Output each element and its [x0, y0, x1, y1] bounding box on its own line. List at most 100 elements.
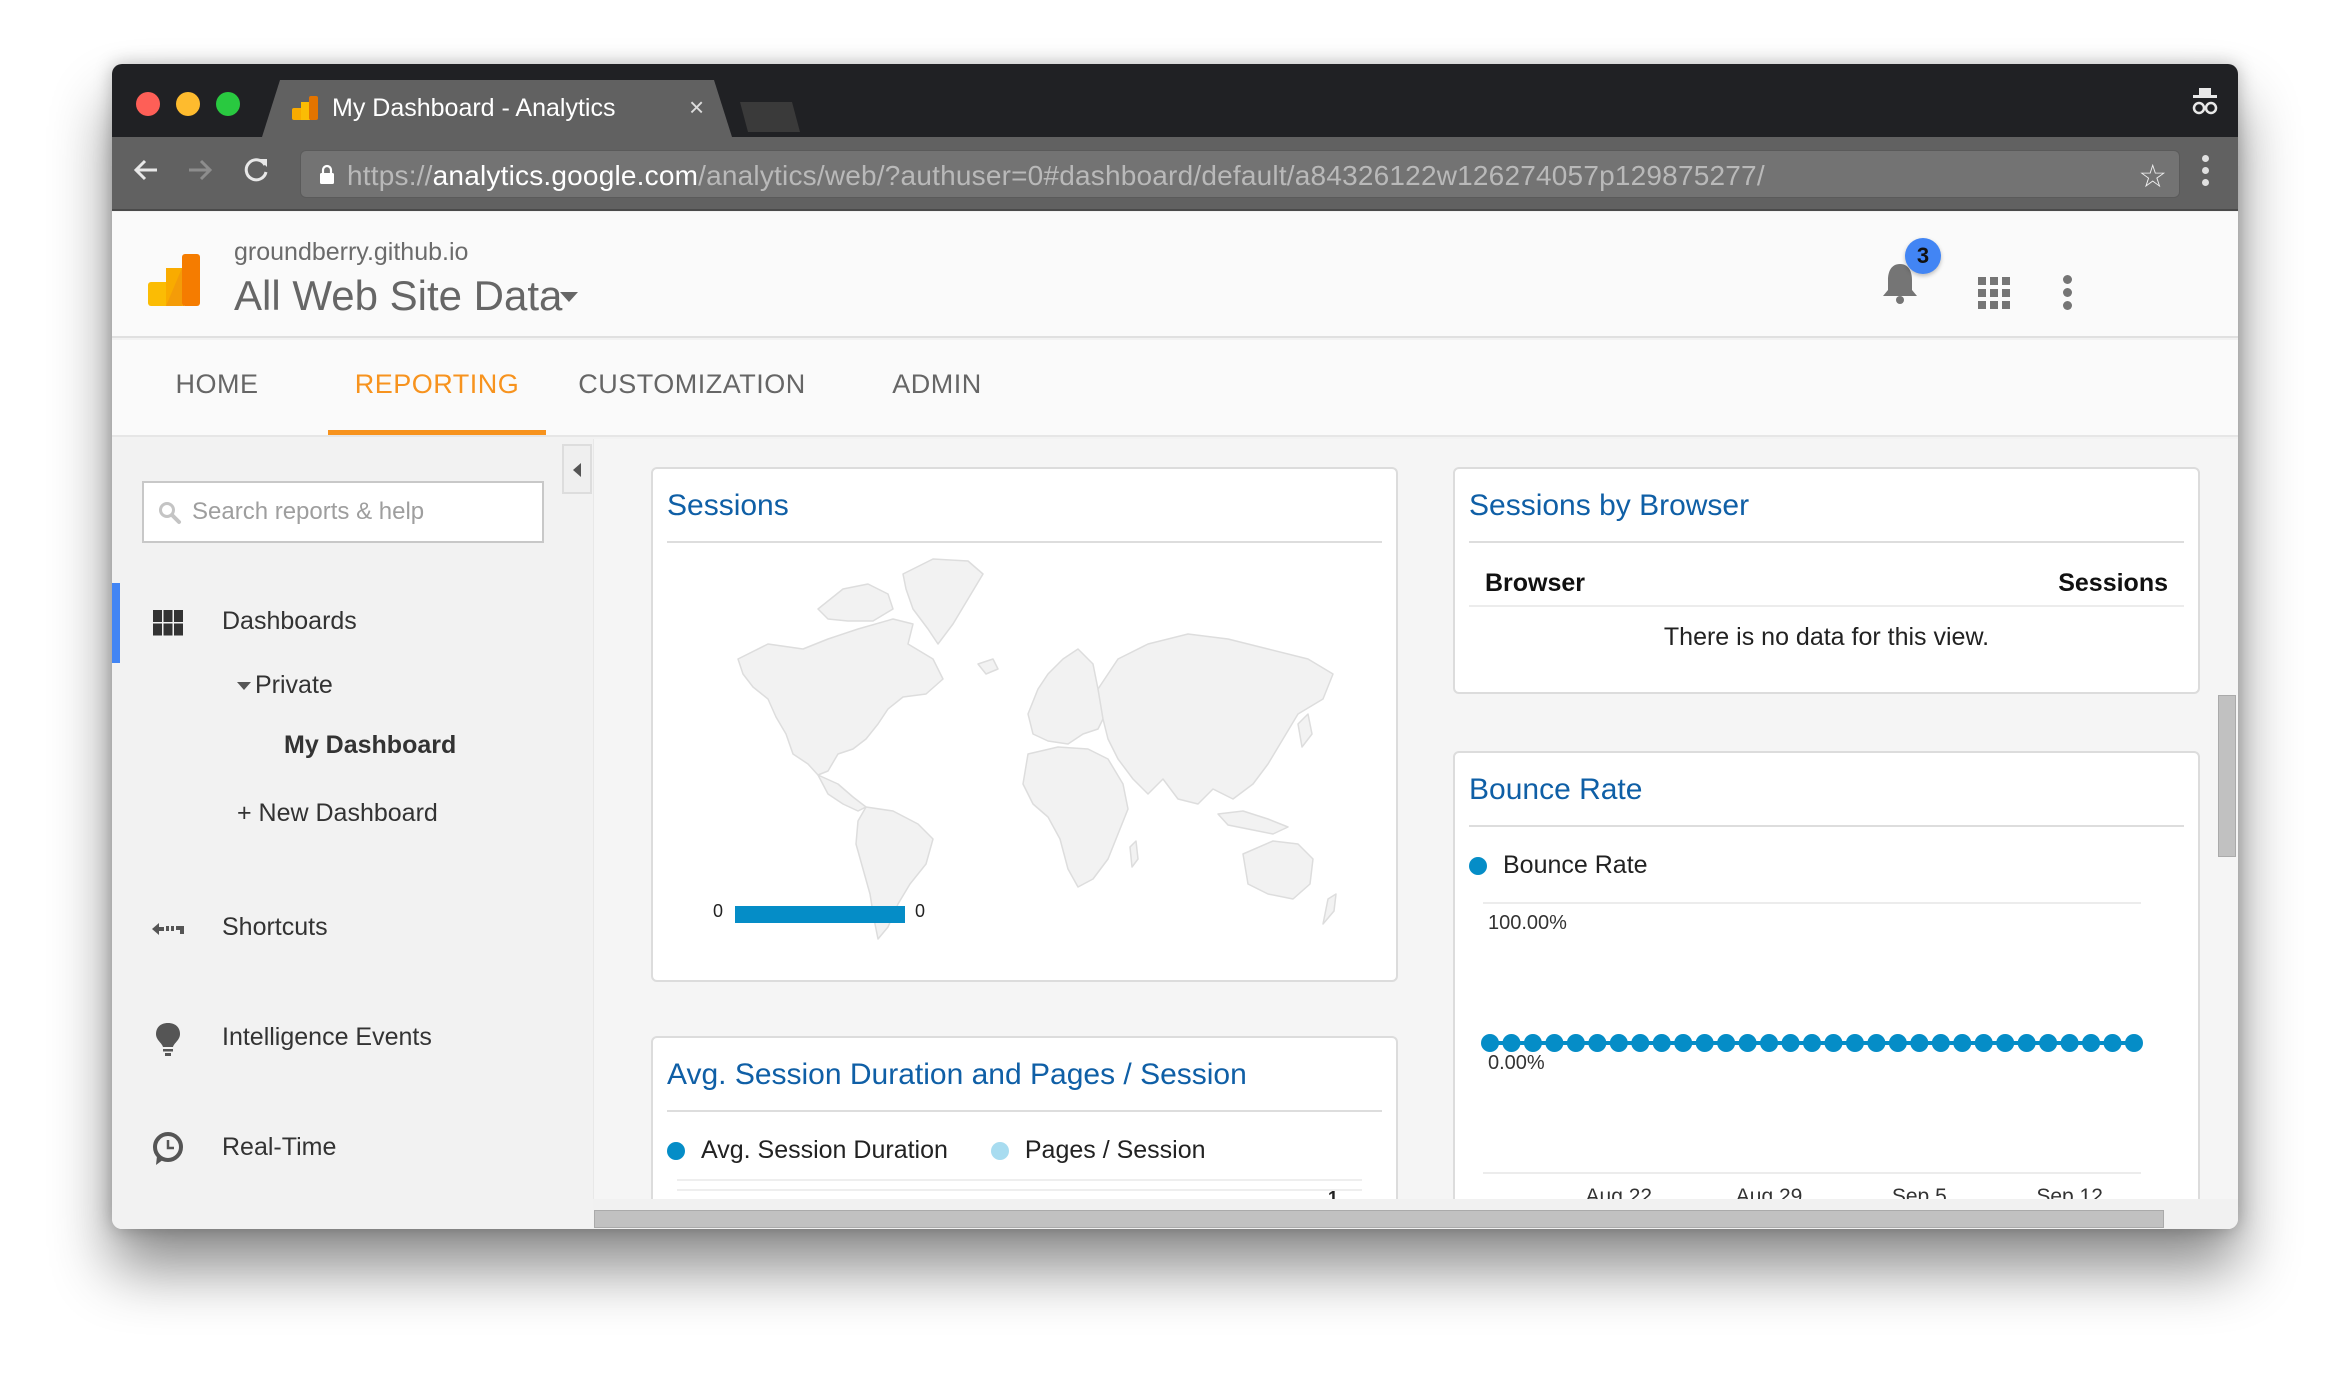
data-point — [1566, 1034, 1585, 1052]
new-tab-button[interactable] — [740, 102, 800, 132]
sidebar-item-real-time[interactable]: Real-Time — [112, 1109, 592, 1189]
shortcut-arrow-icon — [152, 923, 184, 935]
x-tick-label: Aug 22 — [1586, 1185, 1653, 1199]
bounce-rate-chart: 100.00% 0.00% Aug 22 Aug 29 Sep 5 Sep 12 — [1481, 902, 2143, 1199]
data-point — [1803, 1034, 1821, 1052]
new-dashboard-link[interactable]: + New Dashboard — [237, 799, 438, 828]
tab-home[interactable]: HOME — [112, 340, 322, 435]
data-point — [2125, 1034, 2143, 1052]
reload-icon — [244, 158, 268, 182]
search-box[interactable] — [142, 481, 544, 543]
tab-title: My Dashboard - Analytics — [332, 94, 616, 122]
data-point — [1631, 1034, 1650, 1052]
vertical-scrollbar-thumb[interactable] — [2218, 695, 2236, 857]
caret-down-icon — [237, 682, 251, 691]
chevron-down-icon[interactable] — [560, 292, 578, 302]
clock-icon — [153, 1132, 183, 1165]
data-point — [1545, 1034, 1564, 1052]
chart-legend: Avg. Session Duration Pages / Session — [667, 1136, 1206, 1165]
chart-legend: Bounce Rate — [1469, 851, 1648, 880]
data-point — [1481, 1034, 1499, 1052]
property-selector[interactable]: All Web Site Data — [234, 272, 562, 320]
analytics-header: groundberry.github.io All Web Site Data … — [112, 212, 2238, 338]
widget-title[interactable]: Bounce Rate — [1469, 773, 1642, 807]
divider — [1469, 605, 2184, 607]
data-point — [1502, 1034, 1521, 1052]
forward-button[interactable] — [182, 155, 218, 191]
gridline — [677, 1189, 1362, 1191]
gridline — [677, 1179, 1362, 1181]
sidebar-item-intelligence-events[interactable]: Intelligence Events — [112, 999, 592, 1079]
search-icon — [159, 502, 181, 524]
legend-label: Avg. Session Duration — [701, 1136, 948, 1164]
data-point — [1996, 1034, 2015, 1052]
account-name: groundberry.github.io — [234, 238, 469, 266]
widget-sessions-map: Sessions 0 0 — [651, 467, 1398, 982]
horizontal-scrollbar-thumb[interactable] — [594, 1210, 2164, 1228]
data-point — [2060, 1034, 2079, 1052]
notification-count-badge[interactable]: 3 — [1905, 238, 1941, 274]
back-button[interactable] — [128, 155, 164, 191]
data-point — [1588, 1034, 1607, 1052]
data-point — [1953, 1034, 1972, 1052]
map-region-indonesia — [1217, 810, 1289, 835]
data-point — [1652, 1034, 1671, 1052]
tab-admin[interactable]: ADMIN — [862, 340, 1012, 435]
dashboard-link-my-dashboard[interactable]: My Dashboard — [284, 731, 456, 760]
map-region-new-zealand — [1322, 893, 1337, 925]
divider — [1469, 541, 2184, 543]
data-point — [1781, 1034, 1800, 1052]
dashboard-group-private[interactable]: Private — [237, 671, 333, 700]
horizontal-scrollbar[interactable] — [593, 1199, 2238, 1229]
more-options-icon[interactable] — [2062, 275, 2072, 311]
data-point — [1760, 1034, 1779, 1052]
map-region-asia — [1097, 633, 1334, 805]
data-point — [1845, 1034, 1864, 1052]
bookmark-star-icon[interactable]: ☆ — [2138, 157, 2167, 195]
widget-title[interactable]: Sessions by Browser — [1469, 489, 1749, 523]
map-legend-bar — [735, 906, 905, 923]
address-bar[interactable]: https://analytics.google.com/analytics/w… — [300, 150, 2180, 198]
x-tick-label: Sep 5 — [1892, 1185, 1947, 1199]
sidebar-item-shortcuts[interactable]: Shortcuts — [112, 889, 592, 969]
tab-customization[interactable]: CUSTOMIZATION — [562, 340, 822, 435]
caret-left-icon — [573, 463, 581, 477]
map-legend-min: 0 — [713, 901, 724, 921]
collapse-sidebar-button[interactable] — [562, 444, 592, 494]
minimize-window-button[interactable] — [176, 92, 200, 116]
column-header-browser: Browser — [1485, 569, 1586, 597]
widget-title[interactable]: Avg. Session Duration and Pages / Sessio… — [667, 1058, 1247, 1092]
tab-close-icon[interactable]: × — [689, 92, 704, 123]
map-region-central-america — [817, 774, 867, 812]
divider — [1469, 825, 2184, 827]
main-nav-tabs: HOME REPORTING CUSTOMIZATION ADMIN — [112, 340, 2238, 437]
data-point — [2082, 1034, 2101, 1052]
y-tick-label: 0.00% — [1488, 1052, 1545, 1074]
browser-menu-button[interactable] — [2200, 155, 2210, 191]
map-region-north-america — [737, 618, 944, 776]
reload-button[interactable] — [238, 155, 274, 191]
data-point — [1867, 1034, 1886, 1052]
url-path: /analytics/web/?authuser=0#dashboard/def… — [698, 160, 1765, 191]
maximize-window-button[interactable] — [216, 92, 240, 116]
sidebar: Dashboards Private My Dashboard + New Da… — [112, 439, 592, 1229]
sidebar-item-dashboards[interactable]: Dashboards — [112, 583, 592, 663]
x-tick-label: Sep 12 — [2036, 1185, 2103, 1199]
search-input[interactable] — [192, 483, 532, 541]
close-window-button[interactable] — [136, 92, 160, 116]
back-icon — [133, 159, 157, 181]
tab-reporting[interactable]: REPORTING — [328, 340, 546, 435]
url-scheme: https:// — [347, 160, 433, 191]
apps-grid-icon[interactable] — [1978, 277, 2010, 309]
widget-title[interactable]: Sessions — [667, 489, 789, 523]
map-region-greenland — [902, 558, 984, 645]
widget-bounce-rate: Bounce Rate Bounce Rate 100.00% 0.00% Aug … — [1453, 751, 2200, 1199]
lock-icon — [320, 164, 334, 184]
url-text[interactable]: https://analytics.google.com/analytics/w… — [347, 160, 1765, 192]
data-point — [1717, 1034, 1736, 1052]
browser-tab[interactable]: My Dashboard - Analytics × — [262, 80, 732, 137]
data-point — [1609, 1034, 1628, 1052]
legend-label: Pages / Session — [1024, 1136, 1206, 1164]
widget-sessions-by-browser: Sessions by Browser Browser Sessions The… — [1453, 467, 2200, 694]
legend-dot — [1469, 857, 1487, 876]
